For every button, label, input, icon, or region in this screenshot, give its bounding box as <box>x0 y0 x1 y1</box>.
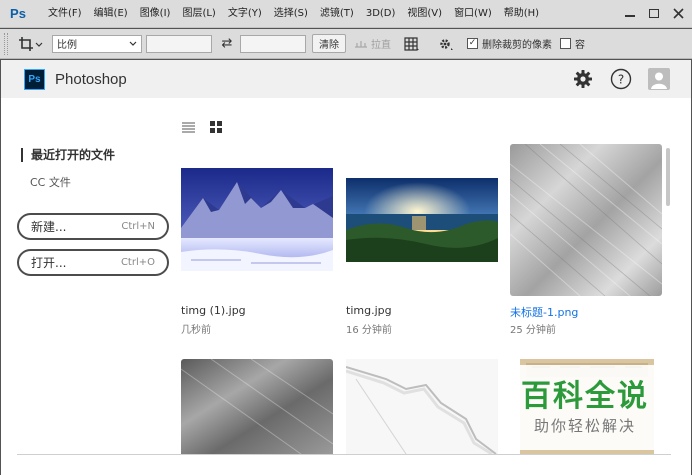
menu-3d[interactable]: 3D(D) <box>360 0 402 28</box>
grid-view-icon <box>210 121 222 133</box>
settings-button[interactable] <box>571 67 595 91</box>
crop-settings-button[interactable] <box>433 33 459 55</box>
photoshop-logo[interactable]: Ps <box>6 3 30 25</box>
menu-image[interactable]: 图像(I) <box>134 0 177 28</box>
gear-icon <box>574 70 592 88</box>
file-thumbnail[interactable] <box>510 144 662 296</box>
snow-mountain-image <box>181 168 333 271</box>
menu-layer[interactable]: 图层(L) <box>176 0 221 28</box>
menu-edit[interactable]: 编辑(E) <box>88 0 134 28</box>
menu-filter[interactable]: 滤镜(T) <box>314 0 360 28</box>
watermark-title: 百科全说 <box>521 378 649 414</box>
help-button[interactable]: ? <box>609 67 633 91</box>
svg-text:?: ? <box>618 73 624 87</box>
straighten-button[interactable]: 拉直 <box>354 36 391 51</box>
menu-file[interactable]: 文件(F) <box>42 0 88 28</box>
list-view-button[interactable] <box>181 120 195 134</box>
watermark-subtitle: 助你轻松解决 <box>533 416 636 435</box>
maximize-button[interactable] <box>644 3 664 23</box>
content-aware-label: 容 <box>575 40 585 51</box>
sidebar: 最近打开的文件 CC 文件 新建... Ctrl+N 打开... Ctrl+O <box>1 98 181 475</box>
maximize-icon <box>649 8 659 18</box>
file-thumbnail[interactable] <box>346 178 498 262</box>
help-icon: ? <box>610 68 632 90</box>
ratio-select[interactable]: 比例 <box>52 34 142 53</box>
gear-icon <box>440 38 453 50</box>
sidebar-item-cc-files[interactable]: CC 文件 <box>30 174 71 190</box>
options-bar-grip[interactable] <box>4 32 8 55</box>
straighten-icon <box>355 40 367 48</box>
file-name[interactable]: 未标题-1.png <box>510 304 578 320</box>
open-button[interactable]: 打开... Ctrl+O <box>17 249 169 276</box>
user-avatar[interactable] <box>647 67 671 91</box>
file-time: 几秒前 <box>181 325 211 336</box>
ratio-select-value: 比例 <box>57 40 77 51</box>
close-button[interactable] <box>668 3 688 23</box>
options-bar: 比例 ⇄ 清除 拉直 ✓ 删除裁剪的像素 容 <box>0 29 692 59</box>
brushed-metal-image <box>510 144 662 296</box>
open-button-label: 打开... <box>31 256 67 270</box>
file-name[interactable]: timg (1).jpg <box>181 304 246 317</box>
menu-help[interactable]: 帮助(H) <box>498 0 545 28</box>
menu-items: 文件(F) 编辑(E) 图像(I) 图层(L) 文字(Y) 选择(S) 滤镜(T… <box>42 0 545 28</box>
minimize-button[interactable] <box>620 3 640 23</box>
delete-cropped-checkbox[interactable]: ✓ <box>467 38 478 49</box>
file-thumbnail[interactable] <box>181 359 333 454</box>
header-icons: ? <box>571 67 671 91</box>
sidebar-item-recent[interactable]: 最近打开的文件 <box>21 148 115 162</box>
divider <box>17 454 671 455</box>
view-toggles <box>181 120 223 134</box>
menu-bar: Ps 文件(F) 编辑(E) 图像(I) 图层(L) 文字(Y) 选择(S) 滤… <box>0 0 692 28</box>
open-shortcut: Ctrl+O <box>120 257 155 268</box>
workspace-header: Ps Photoshop ? <box>1 60 691 98</box>
watermark: 百科全说 助你轻松解决 <box>500 365 670 450</box>
minimize-icon <box>625 15 635 17</box>
scrollbar[interactable] <box>666 148 670 206</box>
menu-window[interactable]: 窗口(W) <box>448 0 498 28</box>
app-logo: Ps <box>24 68 45 90</box>
crop-icon <box>19 36 43 51</box>
straighten-label: 拉直 <box>371 40 391 51</box>
close-icon <box>672 7 684 19</box>
overlay-options-button[interactable] <box>399 33 425 55</box>
delete-cropped-pixels[interactable]: ✓ 删除裁剪的像素 <box>467 36 552 51</box>
menu-select[interactable]: 选择(S) <box>268 0 314 28</box>
file-thumbnail[interactable] <box>181 168 333 271</box>
user-icon <box>648 68 670 90</box>
content-aware[interactable]: 容 <box>560 36 585 51</box>
dark-metal-image <box>181 359 333 454</box>
sunset-coast-image <box>346 178 498 262</box>
width-input[interactable] <box>146 34 212 53</box>
swap-icon[interactable]: ⇄ <box>218 35 236 53</box>
delete-cropped-label: 删除裁剪的像素 <box>482 40 552 51</box>
paper-edge-image <box>346 359 498 454</box>
file-time: 25 分钟前 <box>510 325 556 336</box>
list-view-icon <box>181 121 195 133</box>
new-shortcut: Ctrl+N <box>121 221 155 232</box>
chevron-down-icon <box>129 41 137 46</box>
file-name[interactable]: timg.jpg <box>346 304 392 317</box>
crop-tool-preset[interactable] <box>16 33 46 55</box>
file-time: 16 分钟前 <box>346 325 392 336</box>
content-aware-checkbox[interactable] <box>560 38 571 49</box>
window-controls <box>620 3 688 23</box>
clear-button[interactable]: 清除 <box>312 34 346 53</box>
new-button[interactable]: 新建... Ctrl+N <box>17 213 169 240</box>
file-thumbnail[interactable] <box>346 359 498 454</box>
grid-view-button[interactable] <box>209 120 223 134</box>
app-name: Photoshop <box>55 70 127 88</box>
new-button-label: 新建... <box>31 220 67 234</box>
menu-type[interactable]: 文字(Y) <box>222 0 268 28</box>
menu-view[interactable]: 视图(V) <box>401 0 448 28</box>
grid-overlay-icon <box>404 36 419 51</box>
height-input[interactable] <box>240 34 306 53</box>
